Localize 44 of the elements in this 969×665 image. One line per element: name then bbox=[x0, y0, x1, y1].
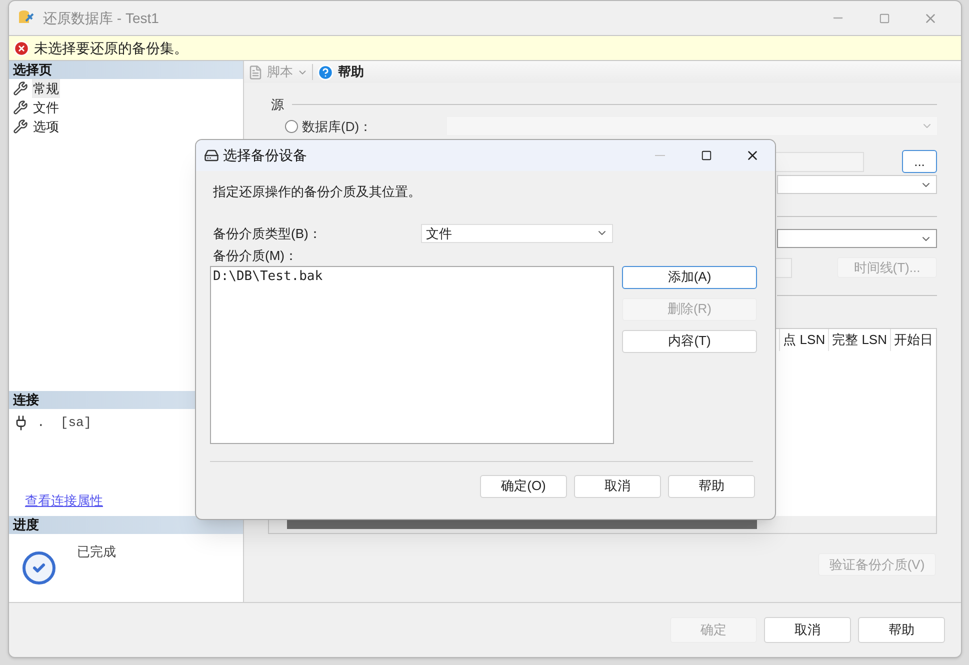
window-title: 还原数据库 - Test1 bbox=[43, 8, 159, 28]
dialog-button[interactable]: 确定(O) bbox=[480, 474, 567, 498]
minimize-icon bbox=[655, 155, 665, 156]
server-name: . [sa] bbox=[37, 414, 92, 432]
wrench-icon bbox=[13, 119, 28, 134]
section-label: 源 bbox=[271, 96, 284, 114]
dialog-button[interactable]: 取消 bbox=[764, 617, 851, 643]
column-header[interactable]: 开始日 bbox=[890, 329, 936, 351]
wrench-icon bbox=[13, 100, 28, 115]
device-field[interactable] bbox=[774, 152, 864, 172]
radio-button[interactable] bbox=[285, 120, 298, 133]
media-item[interactable]: D:\DB\Test.bak bbox=[213, 266, 611, 286]
help-button[interactable]: 帮助 bbox=[317, 62, 364, 82]
help-icon bbox=[317, 64, 334, 80]
error-message: 未选择要还原的备份集。 bbox=[34, 38, 188, 58]
section-header: 进度 bbox=[9, 516, 243, 534]
section-header: 选择页 bbox=[9, 61, 243, 79]
backup-set-dropdown[interactable] bbox=[777, 229, 937, 248]
dialog-button[interactable]: 帮助 bbox=[668, 474, 755, 498]
page-item[interactable]: 文件 bbox=[32, 98, 60, 118]
radio-label: 数据库(D)： bbox=[302, 118, 372, 136]
media-action-button[interactable]: 内容(T) bbox=[622, 330, 757, 352]
page-item[interactable]: 选项 bbox=[32, 116, 60, 136]
error-icon bbox=[13, 40, 30, 56]
column-header[interactable]: 点 LSN bbox=[779, 329, 828, 351]
drive-icon bbox=[204, 148, 219, 163]
check-icon bbox=[21, 550, 57, 586]
column-header[interactable]: 完整 LSN bbox=[828, 329, 890, 351]
media-type-label: 备份介质类型(B)： bbox=[213, 224, 322, 243]
dialog-title: 选择备份设备 bbox=[223, 146, 307, 165]
database-dropdown[interactable] bbox=[777, 175, 937, 194]
wrench-icon bbox=[13, 81, 28, 96]
dialog-button[interactable]: 取消 bbox=[574, 474, 661, 498]
maximize-icon bbox=[878, 12, 890, 24]
media-type-dropdown[interactable]: 文件 bbox=[421, 224, 613, 243]
progress-status: 已完成 bbox=[77, 543, 116, 561]
page-item[interactable]: 常规 bbox=[32, 78, 60, 98]
script-icon bbox=[248, 64, 263, 80]
media-label: 备份介质(M)： bbox=[213, 247, 298, 265]
maximize-icon bbox=[700, 150, 712, 161]
dialog-description: 指定还原操作的备份介质及其位置。 bbox=[213, 183, 422, 201]
dialog-button[interactable]: 帮助 bbox=[858, 617, 945, 643]
media-action-button[interactable]: 添加(A) bbox=[622, 266, 757, 288]
browse-button[interactable]: ... bbox=[902, 150, 937, 173]
